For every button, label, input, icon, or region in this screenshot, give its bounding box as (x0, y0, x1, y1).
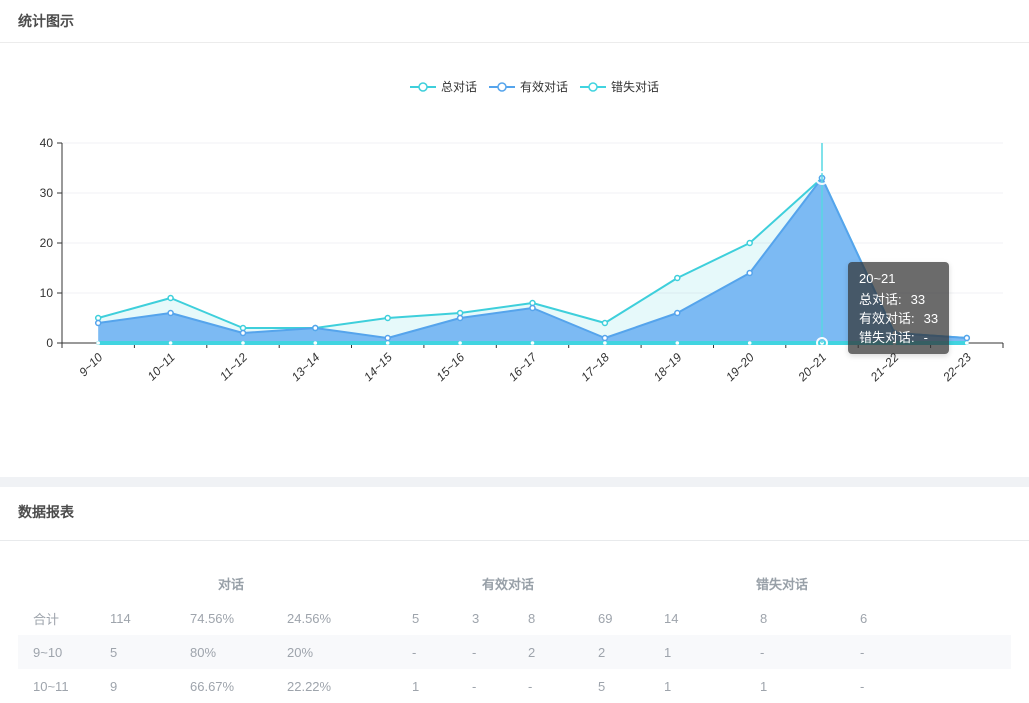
table-row-total: 合计 114 74.56% 24.56% 5 3 8 69 14 8 6 (18, 601, 1011, 635)
statistics-card: 统计图示 总对话 有效对话 (0, 0, 1029, 477)
row-label: 10~11 (18, 669, 100, 703)
svg-text:10: 10 (40, 286, 54, 300)
y-axis-labels: 0 10 20 30 40 (40, 136, 54, 350)
x-axis-label: 22~23 (939, 350, 974, 385)
row-label: 9~10 (18, 635, 100, 669)
line-circle-icon (580, 81, 606, 93)
report-table-container: 对话 有效对话 错失对话 合计 114 74.56% 24.56% 5 3 8 … (0, 541, 1029, 703)
x-axis-label: 9~10 (76, 350, 105, 379)
section-divider (0, 477, 1029, 487)
x-axis-label: 16~17 (506, 349, 541, 384)
x-axis-label: 19~20 (723, 350, 757, 384)
legend-label-total: 总对话 (441, 78, 477, 95)
x-axis-label: 21~22 (867, 350, 902, 385)
report-table: 对话 有效对话 错失对话 合计 114 74.56% 24.56% 5 3 8 … (18, 565, 1011, 703)
table-group-header-row: 对话 有效对话 错失对话 (18, 565, 1011, 601)
table-row-10-11: 10~11 9 66.67% 22.22% 1 - - 5 1 1 - (18, 669, 1011, 703)
row-label: 合计 (18, 601, 100, 635)
report-card: 数据报表 对话 有效对话 错失对话 合计 114 (0, 487, 1029, 703)
col-group-valid: 有效对话 (402, 565, 654, 601)
legend-label-valid: 有效对话 (520, 78, 568, 95)
table-row-9-10: 9~10 5 80% 20% - - 2 2 1 - - (18, 635, 1011, 669)
svg-text:0: 0 (46, 336, 53, 350)
chart-tooltip: 20~21 总对话:33 有效对话:33 错失对话:- (848, 262, 949, 354)
tooltip-row: 错失对话:- (859, 328, 938, 347)
svg-text:20: 20 (40, 236, 54, 250)
col-group-dialogs: 对话 (100, 565, 402, 601)
svg-text:40: 40 (40, 136, 54, 150)
line-circle-icon (489, 81, 515, 93)
x-axis-label: 13~14 (289, 350, 323, 384)
col-group-missed: 错失对话 (654, 565, 910, 601)
chart-section-title: 统计图示 (0, 0, 1029, 43)
x-axis-label: 14~15 (361, 350, 395, 384)
chart-area: 总对话 有效对话 错失对话 0 10 20 30 40 9~10 10~11 11~12 13~… (0, 43, 1029, 477)
legend-item-missed[interactable]: 错失对话 (580, 78, 659, 95)
x-axis-label: 17~18 (578, 350, 612, 384)
col-group-filler (910, 565, 1011, 601)
chart-legend: 总对话 有效对话 错失对话 (0, 78, 1029, 95)
tooltip-title: 20~21 (859, 269, 938, 288)
x-axis-label: 20~21 (795, 350, 829, 384)
x-axis-labels: 9~10 10~11 11~12 13~14 14~15 15~16 16~17 17~18 1… (76, 349, 974, 384)
x-axis-label: 18~19 (651, 350, 685, 384)
tooltip-row: 总对话:33 (859, 290, 938, 309)
report-section-title: 数据报表 (0, 487, 1029, 541)
x-axis-label: 10~11 (145, 350, 178, 383)
legend-item-total[interactable]: 总对话 (410, 78, 477, 95)
x-axis-label: 11~12 (217, 350, 250, 383)
col-group-blank (18, 565, 100, 601)
line-circle-icon (410, 81, 436, 93)
legend-label-missed: 错失对话 (611, 78, 659, 95)
series-valid (98, 178, 967, 343)
svg-text:30: 30 (40, 186, 54, 200)
tooltip-row: 有效对话:33 (859, 309, 938, 328)
conversation-trend-chart[interactable]: 0 10 20 30 40 9~10 10~11 11~12 13~14 14~15 15~16 16… (0, 43, 1029, 477)
legend-item-valid[interactable]: 有效对话 (489, 78, 568, 95)
x-axis-label: 15~16 (433, 350, 467, 384)
